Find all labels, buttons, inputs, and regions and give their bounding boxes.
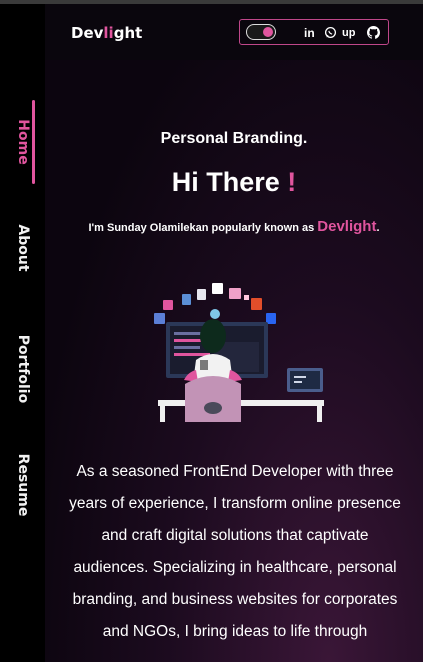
sidebar-item-label: Portfolio (14, 334, 31, 404)
hero-greeting: Hi There ! (45, 167, 423, 198)
main-content: Devlight in up Personal Branding. Hi The… (45, 4, 423, 662)
logo-accent: li (103, 24, 114, 42)
sidebar-item-about[interactable]: About (0, 212, 45, 284)
bio-paragraph: As a seasoned FrontEnd Developer with th… (69, 463, 401, 640)
logo[interactable]: Devlight (71, 24, 142, 42)
linkedin-icon[interactable]: in (304, 26, 315, 40)
theme-toggle[interactable] (246, 24, 276, 40)
logo-text: Dev (71, 24, 104, 42)
sidebar-item-label: Resume (14, 453, 31, 517)
sidebar: Home About Portfolio Resume (0, 4, 45, 662)
hero-intro: I'm Sunday Olamilekan popularly known as… (45, 218, 423, 235)
greeting-text: Hi There (171, 167, 280, 197)
header: Devlight in up (45, 4, 423, 60)
developer-illustration (154, 283, 324, 422)
whatsapp-icon[interactable] (324, 26, 337, 40)
intro-suffix: . (376, 222, 380, 234)
sidebar-item-label: Home (14, 119, 31, 165)
toggle-knob (263, 26, 273, 37)
upwork-icon[interactable]: up (342, 26, 355, 40)
intro-brand: Devlight (317, 218, 377, 235)
sidebar-item-portfolio[interactable]: Portfolio (0, 324, 45, 414)
logo-text: ght (113, 24, 143, 42)
sidebar-item-home[interactable]: Home (0, 102, 45, 182)
greeting-mark: ! (287, 167, 297, 197)
sidebar-item-label: About (14, 224, 31, 272)
intro-text: I'm Sunday Olamilekan popularly known as (88, 222, 318, 234)
hero-subtitle: Personal Branding. (160, 130, 308, 147)
sidebar-item-resume[interactable]: Resume (0, 450, 45, 520)
header-controls: in up (239, 19, 389, 45)
github-icon[interactable] (367, 26, 381, 40)
